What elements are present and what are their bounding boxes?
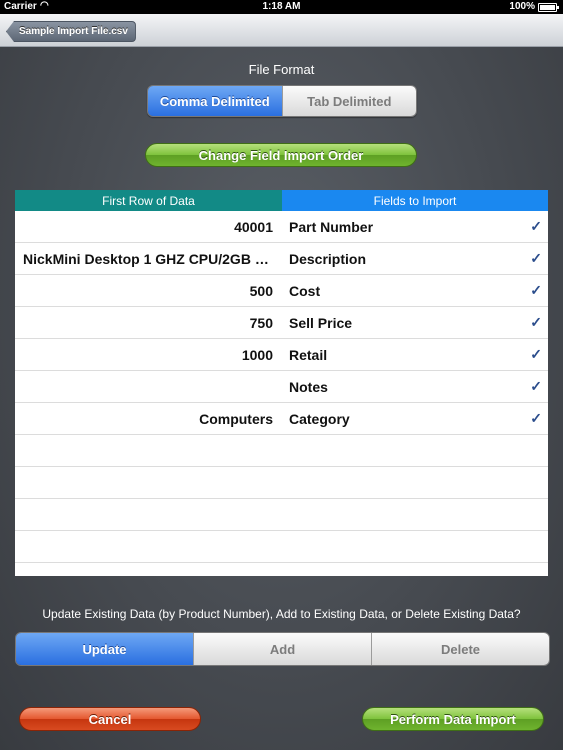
tab-delimited-option[interactable]: Tab Delimited — [281, 86, 416, 116]
checkmark-icon: ✓ — [530, 346, 542, 362]
row-field: Sell Price — [289, 314, 353, 331]
first-row-header: First Row of Data — [15, 190, 282, 211]
table-row[interactable]: 1000 Retail ✓ — [15, 339, 548, 371]
checkmark-icon: ✓ — [530, 410, 542, 426]
row-value: Computers — [199, 410, 273, 427]
checkmark-icon: ✓ — [530, 314, 542, 330]
checkmark-icon: ✓ — [530, 218, 542, 234]
table-row[interactable]: 40001 Part Number ✓ — [15, 211, 548, 243]
row-value: 40001 — [234, 218, 273, 235]
battery-percent: 100% — [509, 1, 535, 12]
clock: 1:18 AM — [262, 1, 301, 12]
change-field-import-order-button[interactable]: Change Field Import Order — [145, 143, 417, 167]
delete-option[interactable]: Delete — [371, 633, 549, 665]
row-value: 500 — [249, 282, 273, 299]
row-value: 1000 — [241, 346, 273, 363]
row-field: Notes — [289, 378, 328, 395]
row-value: 750 — [249, 314, 273, 331]
import-mode-question: Update Existing Data (by Product Number)… — [42, 607, 521, 621]
battery-icon — [538, 3, 559, 12]
row-field: Category — [289, 410, 350, 427]
fields-to-import-header: Fields to Import — [282, 190, 548, 211]
checkmark-icon: ✓ — [530, 282, 542, 298]
table-row[interactable]: Computers Category ✓ — [15, 403, 548, 435]
table-row[interactable]: 750 Sell Price ✓ — [15, 307, 548, 339]
checkmark-icon: ✓ — [530, 250, 542, 266]
empty-row — [15, 467, 548, 499]
empty-row — [15, 531, 548, 563]
status-bar: Carrier ◠ 1:18 AM 100% — [0, 0, 563, 14]
table-row[interactable]: NickMini Desktop 1 GHZ CPU/2GB RAM Descr… — [15, 243, 548, 275]
cancel-button[interactable]: Cancel — [19, 707, 201, 731]
update-option[interactable]: Update — [16, 633, 193, 665]
row-field: Description — [289, 250, 367, 267]
table-row[interactable]: Notes ✓ — [15, 371, 548, 403]
import-mode-segmented-control: Update Add Delete — [15, 632, 550, 666]
checkmark-icon: ✓ — [530, 378, 542, 394]
table-row[interactable]: 500 Cost ✓ — [15, 275, 548, 307]
file-format-label: File Format — [248, 62, 315, 77]
comma-delimited-option[interactable]: Comma Delimited — [148, 86, 282, 116]
add-option[interactable]: Add — [193, 633, 371, 665]
perform-data-import-button[interactable]: Perform Data Import — [362, 707, 544, 731]
row-field: Cost — [289, 282, 321, 299]
navigation-bar: Sample Import File.csv — [0, 14, 563, 47]
empty-row — [15, 435, 548, 467]
empty-row — [15, 499, 548, 531]
back-button[interactable]: Sample Import File.csv — [6, 21, 136, 42]
row-field: Part Number — [289, 218, 374, 235]
import-mapping-table: First Row of Data Fields to Import 40001… — [15, 190, 548, 576]
row-field: Retail — [289, 346, 328, 363]
row-value: NickMini Desktop 1 GHZ CPU/2GB RAM — [23, 250, 273, 267]
table-header: First Row of Data Fields to Import — [15, 190, 548, 211]
file-format-segmented-control: Comma Delimited Tab Delimited — [147, 85, 417, 117]
